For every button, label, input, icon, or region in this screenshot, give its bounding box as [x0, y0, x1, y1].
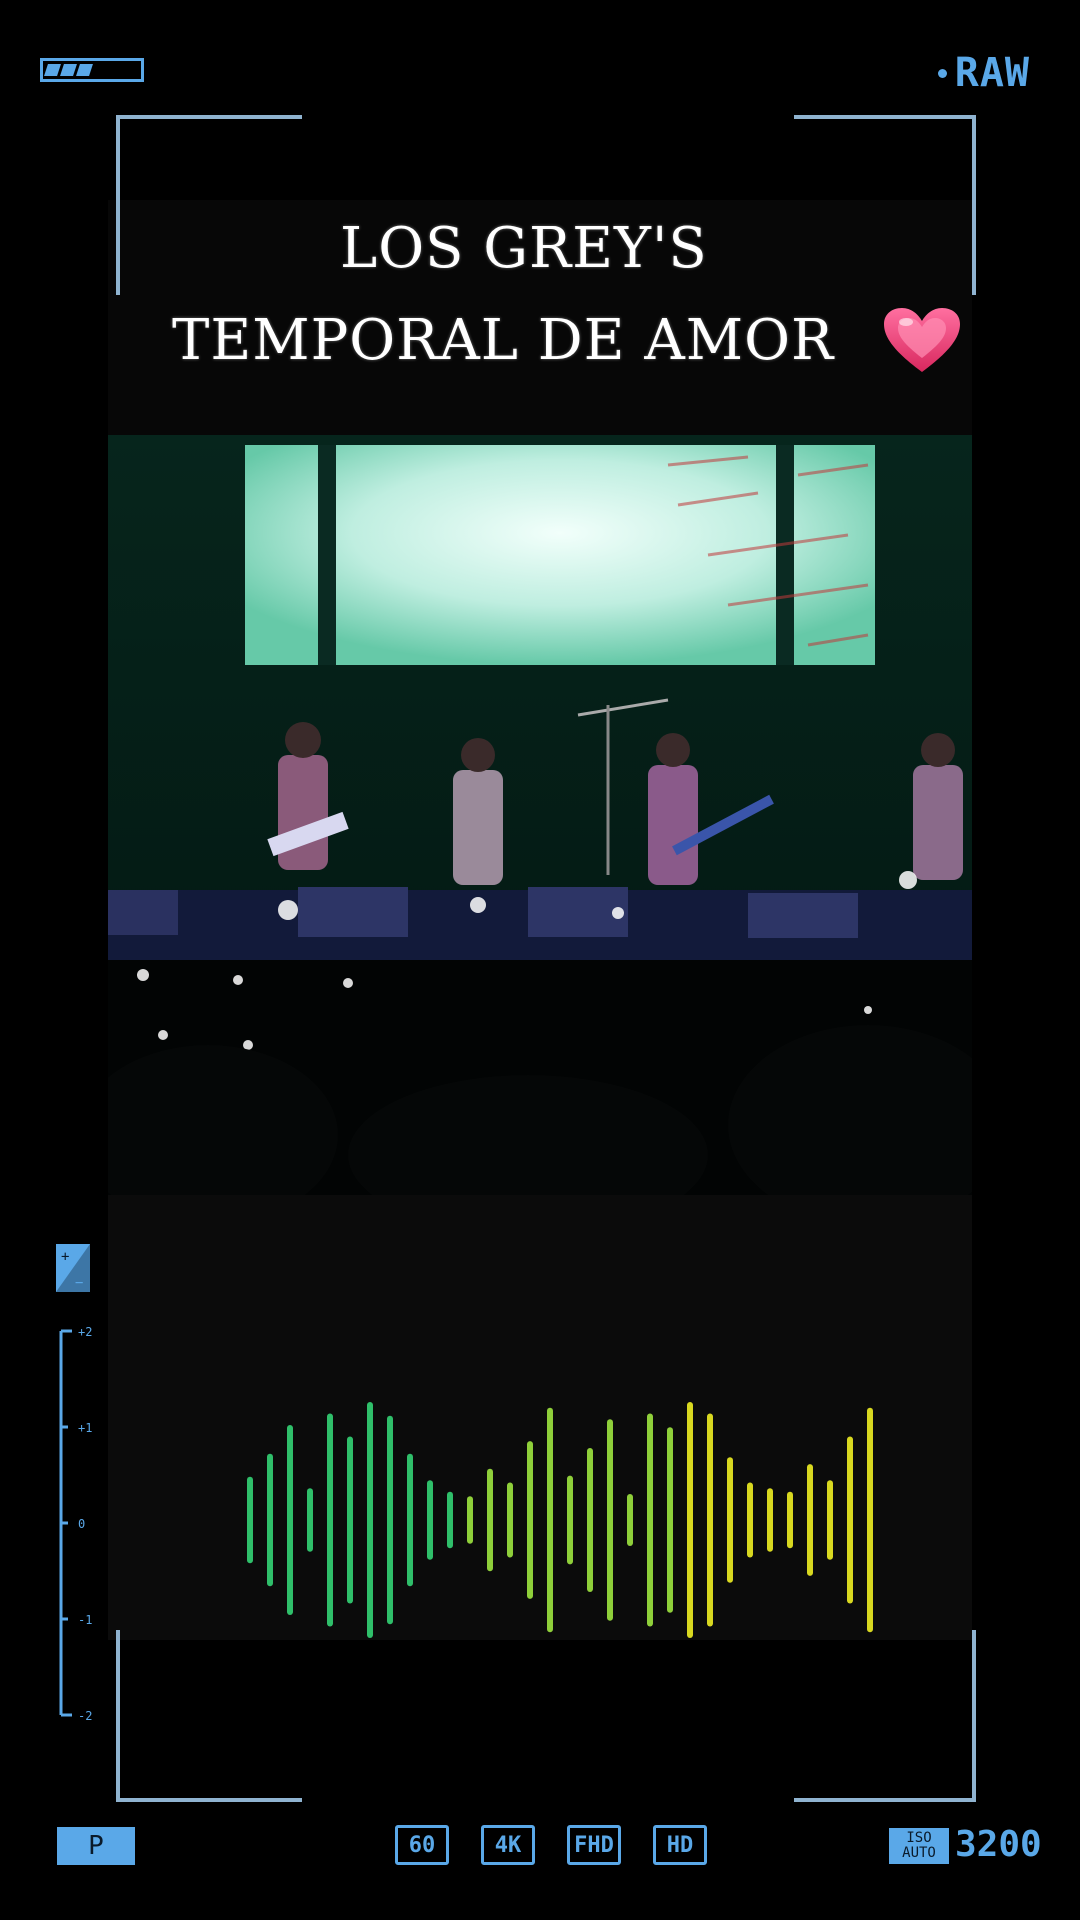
frame-corner-top-right	[794, 115, 976, 295]
resolution-4k-badge[interactable]: 4K	[481, 1825, 535, 1865]
resolution-fhd-badge[interactable]: FHD	[567, 1825, 621, 1865]
exposure-scale-minus1: -1	[78, 1613, 93, 1627]
record-dot-icon	[937, 68, 947, 78]
raw-label: RAW	[954, 50, 1030, 96]
frame-corner-bottom-right	[794, 1630, 976, 1802]
frame-corner-top-left	[116, 115, 302, 295]
resolution-hd-badge[interactable]: HD	[653, 1825, 707, 1865]
exposure-meter-scale	[59, 1329, 72, 1717]
svg-text:+: +	[61, 1249, 69, 1265]
concert-scene	[108, 435, 972, 1195]
exposure-scale-plus1: +1	[78, 1421, 93, 1435]
format-badges: 60 4K FHD HD	[395, 1825, 707, 1865]
exposure-compensation-icon: + −	[56, 1244, 90, 1292]
shooting-mode-button[interactable]: P	[57, 1827, 135, 1865]
framerate-badge[interactable]: 60	[395, 1825, 449, 1865]
iso-auto-label: AUTO	[902, 1845, 936, 1861]
iso-mode-badge[interactable]: ISO AUTO	[889, 1828, 949, 1864]
song-title-artist: LOS GREY'S	[340, 216, 708, 281]
camera-viewfinder: RAW LOS GREY'S TEMPORAL DE AMOR + − +2 +…	[0, 0, 1080, 1920]
audio-waveform	[247, 1402, 873, 1638]
raw-indicator: RAW	[937, 50, 1030, 96]
concert-video-frame[interactable]	[108, 435, 972, 1195]
exposure-scale-minus2: -2	[78, 1709, 93, 1723]
svg-text:−: −	[75, 1275, 83, 1291]
battery-icon	[40, 58, 144, 82]
exposure-scale-plus2: +2	[78, 1325, 93, 1339]
frame-corner-bottom-left	[116, 1630, 302, 1802]
exposure-scale-zero: 0	[78, 1517, 86, 1531]
iso-label: ISO	[906, 1830, 932, 1846]
growing-heart-emoji	[884, 308, 960, 372]
iso-value: 3200	[955, 1824, 1042, 1865]
song-title-name: TEMPORAL DE AMOR	[172, 308, 835, 373]
